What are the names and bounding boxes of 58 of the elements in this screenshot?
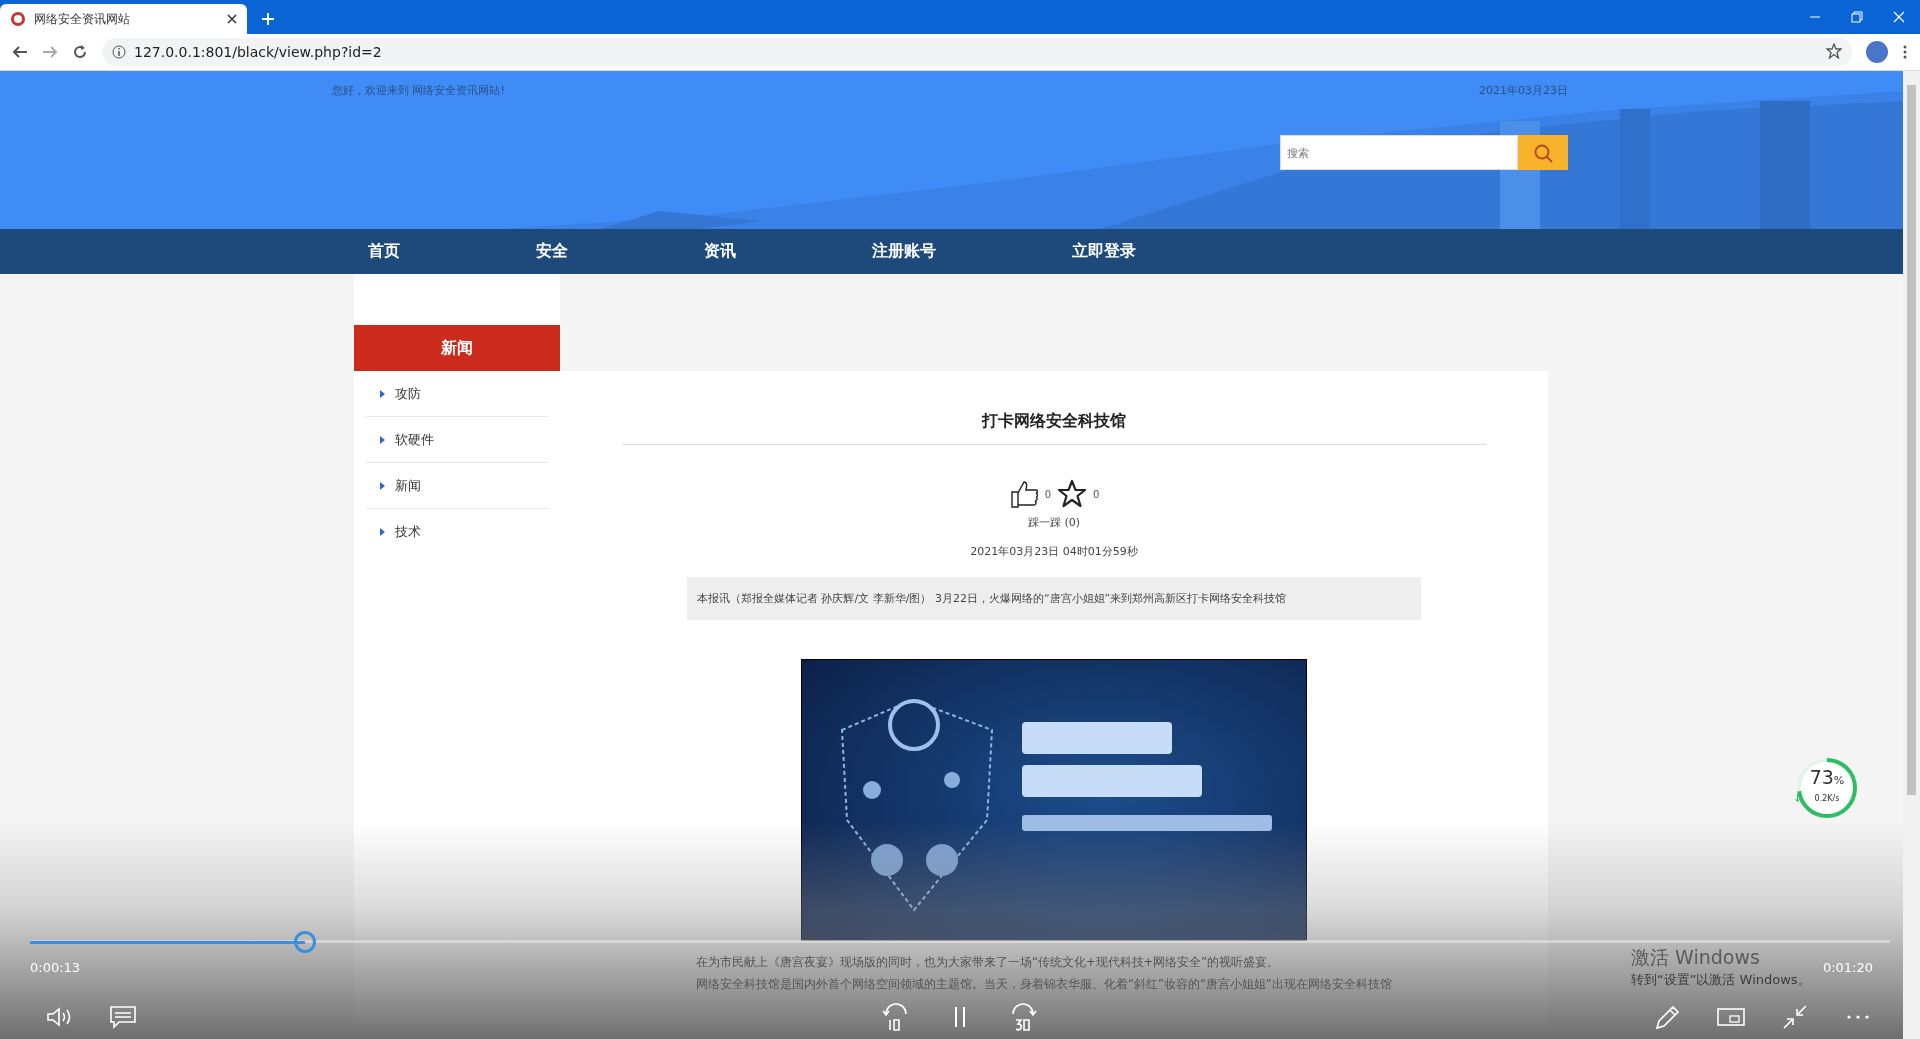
search-field[interactable]: 搜索 xyxy=(1280,135,1518,170)
url-text: 127.0.0.1:801/black/view.php?id=2 xyxy=(134,44,382,60)
mini-player-icon[interactable] xyxy=(1717,1007,1745,1027)
site-logo-icon xyxy=(10,11,26,27)
triangle-icon xyxy=(380,481,385,490)
nav-link[interactable]: 首页 xyxy=(350,229,418,274)
sidebar-link[interactable]: 新闻 xyxy=(395,476,421,495)
total-time: 0:01:20 xyxy=(1822,960,1873,975)
download-arrow-icon xyxy=(1795,794,1800,802)
sidebar-heading: 新闻 xyxy=(354,325,560,371)
nav-link[interactable]: 注册账号 xyxy=(854,229,954,274)
nav-link[interactable]: 安全 xyxy=(518,229,586,274)
date-text: 2021年03月23日 xyxy=(1479,83,1568,98)
thumbs-up-icon[interactable] xyxy=(1008,479,1039,509)
search-button[interactable] xyxy=(1518,135,1568,170)
star-icon[interactable] xyxy=(1057,479,1087,509)
star-icon[interactable] xyxy=(1826,42,1842,59)
article-summary: 本报讯（郑报全媒体记者 孙庆辉/文 李新华/图） 3月22日，火爆网络的“唐宫小姐姐”来到郑州高新区打卡网络安全科技馆 xyxy=(687,577,1421,620)
sidebar-link[interactable]: 软硬件 xyxy=(395,430,434,449)
activation-text: 转到“设置”以激活 Windows。 xyxy=(1631,971,1811,989)
address-bar[interactable]: 127.0.0.1:801/black/view.php?id=2 xyxy=(102,38,1852,66)
back-icon[interactable] xyxy=(12,44,28,60)
percent-text: 73% xyxy=(1809,766,1845,788)
info-icon xyxy=(112,45,126,59)
forward-icon[interactable] xyxy=(42,44,58,60)
progress-ring xyxy=(1795,756,1859,820)
sidebar-link[interactable]: 技术 xyxy=(395,522,421,541)
restore-icon[interactable] xyxy=(1851,11,1863,23)
greeting-text: 您好，欢迎来到 网络安全资讯网站! xyxy=(332,83,505,98)
article-paragraph: 网络安全科技馆是国内外首个网络空间领域的主题馆。当天，身着锦衣华服、化着“斜红”妆容的“唐宫小姐姐”出现在网络安全科技馆 xyxy=(695,977,1393,991)
activation-title: 激活 Windows xyxy=(1631,945,1761,970)
favorite-count: 0 xyxy=(1093,488,1100,500)
article-paragraph: 在为市民献上《唐宫夜宴》现场版的同时，也为大家带来了一场“传统文化+现代科技+网络安全”的视听盛宴。 xyxy=(695,955,1281,969)
profile-avatar[interactable] xyxy=(1866,41,1888,63)
triangle-icon xyxy=(380,389,385,398)
nav-link[interactable]: 资讯 xyxy=(686,229,754,274)
close-icon[interactable] xyxy=(227,14,237,24)
sidebar-link[interactable]: 攻防 xyxy=(395,384,421,403)
elapsed-time: 0:00:13 xyxy=(30,960,81,975)
triangle-icon xyxy=(380,527,385,536)
browser-tab[interactable]: 网络安全资讯网站 xyxy=(0,4,247,34)
seek-handle[interactable] xyxy=(294,931,317,953)
article-date: 2021年03月23日 04时01分59秒 xyxy=(970,544,1138,559)
captions-icon[interactable] xyxy=(109,1005,137,1029)
exit-fullscreen-icon[interactable] xyxy=(1782,1004,1808,1030)
pencil-icon[interactable] xyxy=(1655,1004,1681,1030)
nav-link[interactable]: 立即登录 xyxy=(1054,229,1154,274)
like-count: 0 xyxy=(1044,488,1051,500)
dislike-link[interactable]: 踩一踩 (0) xyxy=(1027,515,1081,530)
search-icon xyxy=(1533,142,1553,163)
more-icon[interactable] xyxy=(1846,1014,1870,1020)
menu-icon[interactable] xyxy=(1902,44,1908,60)
article-title: 打卡网络安全科技馆 xyxy=(622,371,1486,445)
reload-icon[interactable] xyxy=(72,44,88,60)
rate-text: 0.2K/s xyxy=(1814,794,1840,803)
triangle-icon xyxy=(380,435,385,444)
pause-icon[interactable] xyxy=(952,1006,968,1028)
new-tab-icon[interactable] xyxy=(261,12,275,26)
